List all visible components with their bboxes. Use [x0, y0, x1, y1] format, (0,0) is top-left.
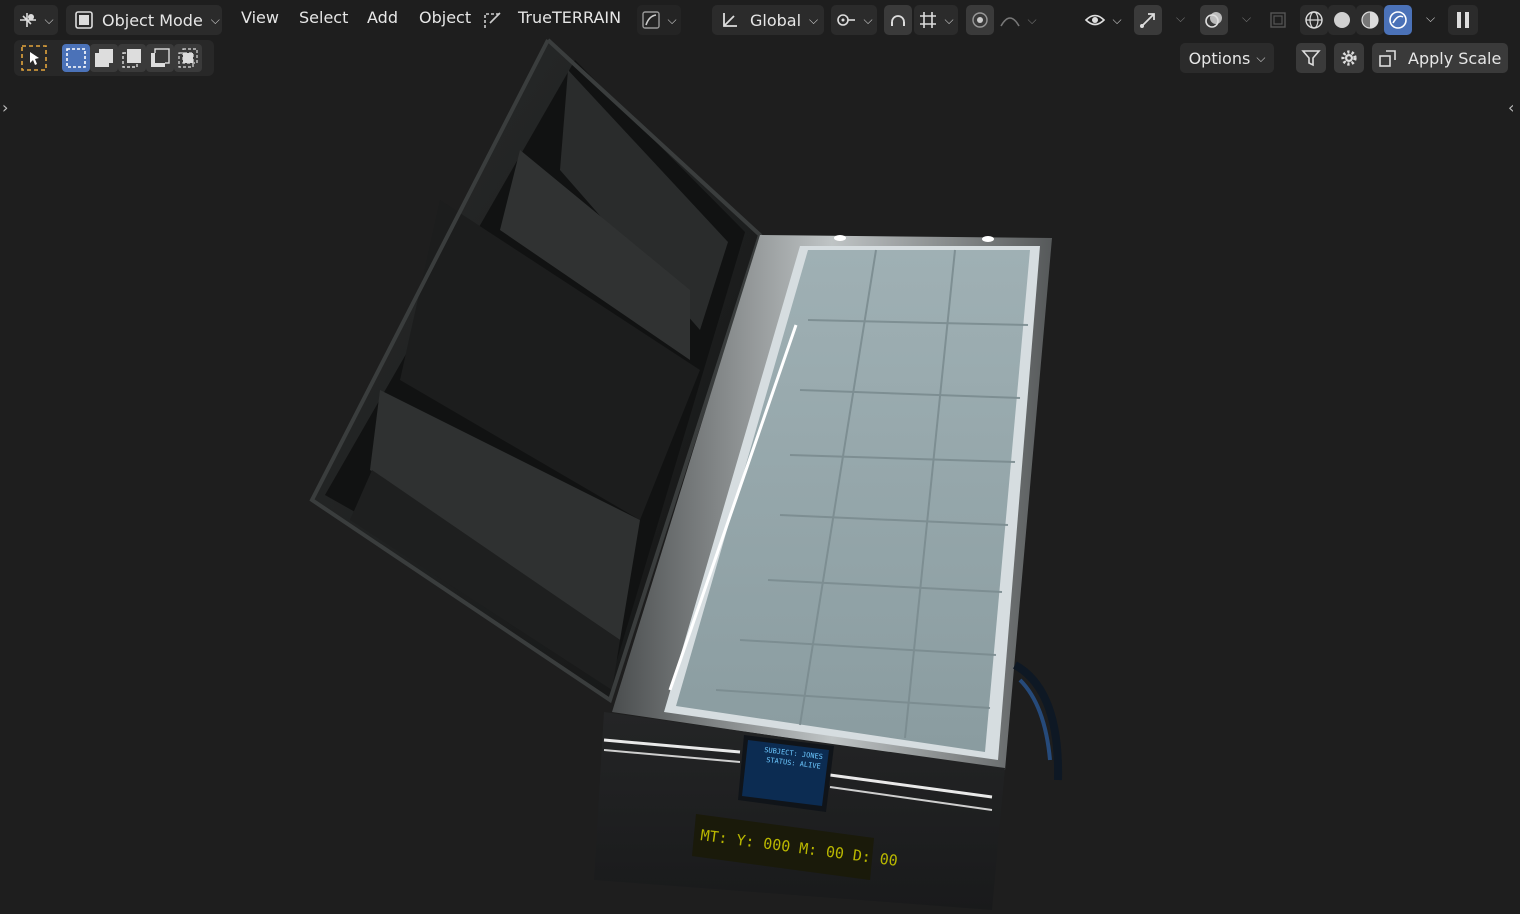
menu-select[interactable]: Select	[299, 8, 348, 27]
right-sidebar-expand-icon[interactable]: ‹	[1508, 98, 1514, 117]
gizmo-options-chevron-icon[interactable]: ⌵	[1176, 11, 1185, 26]
transform-space-dropdown[interactable]: ⌵	[637, 5, 681, 35]
chevron-down-icon: ⌵	[667, 12, 677, 27]
snap-icon	[888, 10, 908, 30]
transform-orientation-label: Global	[750, 10, 802, 30]
pause-render-button[interactable]	[1448, 5, 1478, 35]
object-mode-dropdown[interactable]: Object Mode ⌵	[66, 5, 222, 35]
shading-wireframe-button[interactable]	[1300, 5, 1328, 35]
viewport-header: ⌵ Object Mode ⌵ View Select Add Object T…	[0, 0, 1520, 40]
material-icon	[1360, 10, 1380, 30]
xray-icon	[1268, 10, 1288, 30]
select-mode-intersect-button[interactable]	[174, 44, 202, 72]
chevron-down-icon: ⌵	[863, 12, 873, 27]
apply-scale-icon	[1378, 48, 1398, 68]
select-tool-group	[14, 40, 214, 76]
overlay-icon	[1204, 10, 1224, 30]
menu-add[interactable]: Add	[367, 8, 398, 27]
object-mode-label: Object Mode	[102, 10, 203, 30]
3d-viewport[interactable]: SUBJECT: JONES STATUS: ALIVE MT: Y: 000 …	[0, 0, 1520, 914]
select-new-icon	[65, 47, 87, 69]
proportional-edit-toggle[interactable]	[966, 5, 994, 35]
options-dropdown[interactable]: Options ⌵	[1180, 43, 1274, 73]
transform-icon	[641, 10, 661, 30]
gear-icon	[1339, 48, 1359, 68]
pivot-point-dropdown[interactable]: ⌵	[831, 5, 877, 35]
object-visibility-dropdown[interactable]: ⌵	[1080, 5, 1126, 35]
filter-icon	[1301, 48, 1321, 68]
select-tool-button[interactable]	[20, 44, 48, 72]
chevron-down-icon: ⌵	[1112, 12, 1122, 27]
select-subtract-icon	[121, 47, 143, 69]
chevron-down-icon: ⌵	[1027, 12, 1037, 27]
apply-scale-label: Apply Scale	[1408, 48, 1502, 68]
gizmo-toggle[interactable]	[1134, 5, 1162, 35]
select-invert-icon	[149, 47, 171, 69]
snap-target-dropdown[interactable]: ⌵	[914, 5, 958, 35]
xray-toggle[interactable]	[1264, 5, 1292, 35]
shading-rendered-button[interactable]	[1384, 5, 1412, 35]
visibility-icon	[1084, 10, 1106, 30]
snap-grid-icon	[918, 10, 938, 30]
pivot-icon	[835, 10, 857, 30]
editor-type-button[interactable]: ⌵	[14, 5, 58, 35]
shading-solid-button[interactable]	[1328, 5, 1356, 35]
overlay-options-chevron-icon[interactable]: ⌵	[1242, 11, 1251, 26]
solid-icon	[1332, 10, 1352, 30]
left-sidebar-expand-icon[interactable]: ›	[2, 98, 8, 117]
gizmo-icon	[1138, 10, 1158, 30]
chevron-down-icon: ⌵	[944, 12, 954, 27]
select-extend-icon	[93, 47, 115, 69]
shading-options-chevron-icon[interactable]: ⌵	[1426, 11, 1435, 26]
trueterrain-icon[interactable]	[482, 9, 504, 31]
transform-orientation-dropdown[interactable]: Global ⌵	[712, 5, 824, 35]
chevron-down-icon: ⌵	[44, 12, 54, 27]
apply-scale-button[interactable]: Apply Scale	[1372, 43, 1508, 73]
menu-object[interactable]: Object	[419, 8, 471, 27]
pause-icon	[1455, 10, 1471, 30]
orientation-icon	[720, 10, 740, 30]
filter-button[interactable]	[1296, 43, 1326, 73]
menu-trueterrain[interactable]: TrueTERRAIN	[518, 8, 621, 27]
options-label: Options	[1188, 48, 1251, 68]
rendered-icon	[1388, 10, 1408, 30]
menu-view[interactable]: View	[241, 8, 279, 27]
chevron-down-icon: ⌵	[1256, 50, 1266, 65]
settings-button[interactable]	[1334, 43, 1364, 73]
chevron-down-icon: ⌵	[809, 12, 819, 27]
proportional-falloff-dropdown[interactable]: ⌵	[996, 5, 1040, 35]
proportional-icon	[970, 10, 990, 30]
overlays-toggle[interactable]	[1200, 5, 1228, 35]
select-mode-new-button[interactable]	[62, 44, 90, 72]
snap-toggle[interactable]	[884, 5, 912, 35]
falloff-curve-icon	[999, 10, 1021, 30]
select-mode-extend-button[interactable]	[90, 44, 118, 72]
select-intersect-icon	[177, 47, 199, 69]
select-tool-icon	[20, 44, 48, 72]
select-mode-subtract-button[interactable]	[118, 44, 146, 72]
scene-render[interactable]: SUBJECT: JONES STATUS: ALIVE MT: Y: 000 …	[0, 0, 1520, 914]
wireframe-icon	[1304, 10, 1324, 30]
object-mode-icon	[74, 10, 94, 30]
select-mode-invert-button[interactable]	[146, 44, 174, 72]
editor-type-icon	[18, 11, 38, 29]
shading-material-button[interactable]	[1356, 5, 1384, 35]
chevron-down-icon: ⌵	[210, 12, 220, 27]
